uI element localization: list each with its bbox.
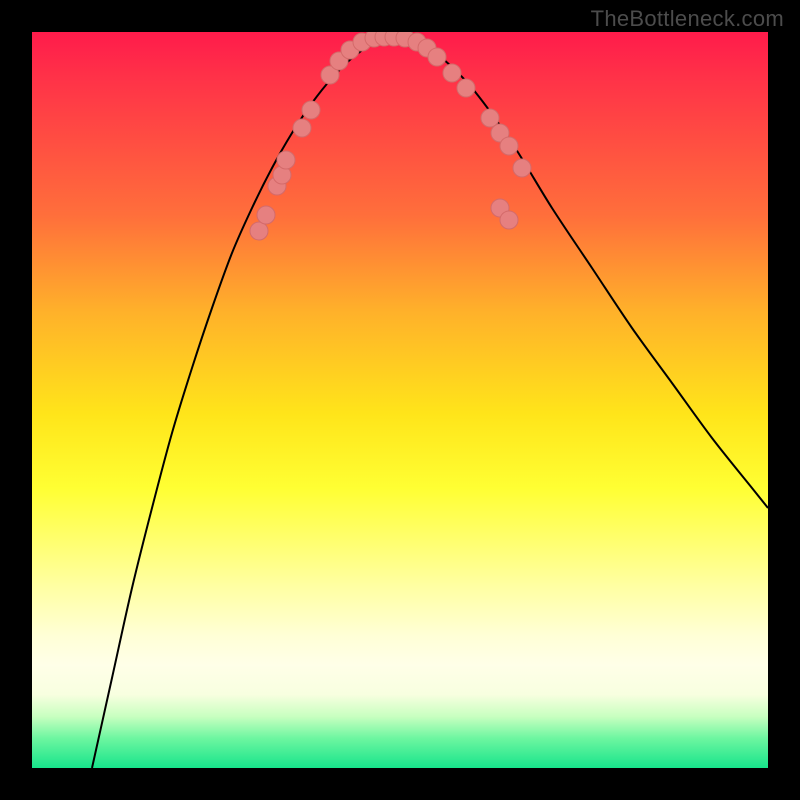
data-dot xyxy=(513,159,531,177)
data-dot xyxy=(443,64,461,82)
curve-layer xyxy=(92,37,768,768)
plot-area xyxy=(32,32,768,768)
data-dot xyxy=(277,151,295,169)
dots-layer xyxy=(250,32,531,240)
data-dot xyxy=(302,101,320,119)
data-dot xyxy=(428,48,446,66)
data-dot xyxy=(257,206,275,224)
watermark-text: TheBottleneck.com xyxy=(591,6,784,32)
data-dot xyxy=(293,119,311,137)
chart-svg xyxy=(32,32,768,768)
bottleneck-curve xyxy=(92,37,768,768)
data-dot xyxy=(500,137,518,155)
data-dot xyxy=(250,222,268,240)
data-dot xyxy=(457,79,475,97)
data-dot xyxy=(500,211,518,229)
chart-canvas: TheBottleneck.com xyxy=(0,0,800,800)
